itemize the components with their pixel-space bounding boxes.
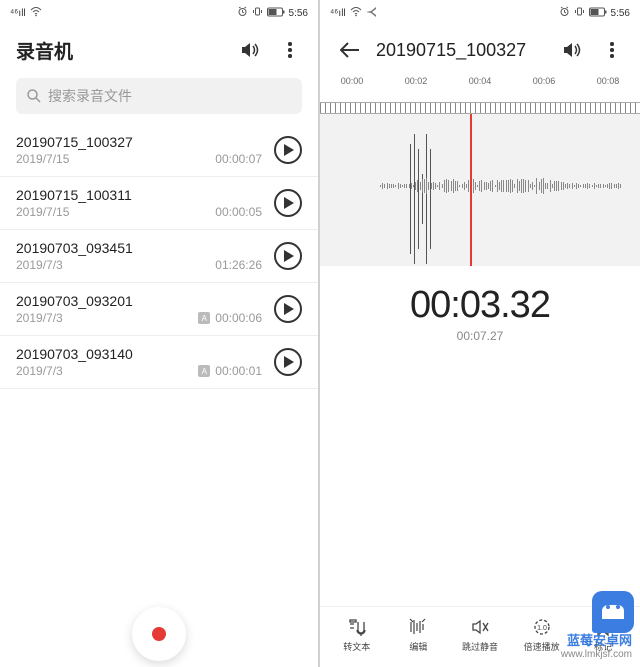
recording-date: 2019/7/3: [16, 364, 63, 378]
speed-icon: 1.0: [532, 617, 552, 637]
alarm-icon: [237, 6, 248, 20]
page-title: 录音机: [16, 37, 224, 64]
list-item[interactable]: 20190715_100327 2019/7/15 00:00:07: [0, 124, 318, 177]
recording-name: 20190715_100311: [16, 187, 262, 203]
skip-silence-icon: [470, 617, 490, 637]
play-button[interactable]: [274, 189, 302, 217]
recording-duration: 01:26:26: [215, 258, 262, 272]
recording-name: 20190715_100327: [16, 134, 262, 150]
search-icon: [26, 88, 42, 104]
search-input[interactable]: 搜索录音文件: [16, 78, 302, 114]
ruler: [320, 102, 640, 114]
text-badge: A: [198, 365, 210, 377]
recording-duration: 00:00:07: [215, 152, 262, 166]
battery-icon: [589, 7, 607, 20]
watermark-logo: [592, 591, 634, 633]
recording-duration: 00:00:01: [215, 364, 262, 378]
waveform[interactable]: [320, 114, 640, 266]
recording-name: 20190703_093451: [16, 240, 262, 256]
battery-icon: [267, 7, 285, 20]
edit-button[interactable]: 编辑: [388, 617, 450, 653]
app-bar: 20190715_100327: [320, 26, 640, 74]
skip-silence-button[interactable]: 跳过静音: [449, 617, 511, 653]
list-item[interactable]: 20190703_093140 2019/7/3 A 00:00:01: [0, 336, 318, 389]
play-button[interactable]: [274, 295, 302, 323]
recording-list: 20190715_100327 2019/7/15 00:00:07 201907…: [0, 124, 318, 667]
clock-time: 5:56: [289, 8, 308, 19]
recorder-list-screen: ⁴⁶ıll 5:56 录音机 搜索录音文件 20190715_100327 2: [0, 0, 320, 667]
recording-title: 20190715_100327: [376, 40, 546, 61]
list-item[interactable]: 20190715_100311 2019/7/15 00:00:05: [0, 177, 318, 230]
waveform-detail: [380, 177, 620, 195]
current-time: 00:03.32: [320, 284, 640, 327]
recording-detail-screen: ⁴⁶ıll 5:56 20190715_100327 00:00 00:02 0…: [320, 0, 640, 667]
recording-date: 2019/7/15: [16, 152, 69, 166]
recording-date: 2019/7/3: [16, 258, 63, 272]
timeline-ticks: 00:00 00:02 00:04 00:06 00:08: [320, 74, 640, 102]
recording-duration: 00:00:06: [215, 311, 262, 325]
record-button[interactable]: [132, 607, 186, 661]
recording-name: 20190703_093201: [16, 293, 262, 309]
status-bar: ⁴⁶ıll 5:56: [0, 0, 318, 26]
airplane-icon: [366, 7, 378, 20]
list-item[interactable]: 20190703_093201 2019/7/3 A 00:00:06: [0, 283, 318, 336]
svg-text:1.0: 1.0: [537, 625, 547, 632]
watermark-text: 蓝莓安卓网 www.lmkjsf.com: [561, 633, 632, 661]
edit-icon: [409, 617, 427, 637]
clock-time: 5:56: [611, 8, 630, 19]
text-badge: A: [198, 312, 210, 324]
more-icon[interactable]: [276, 36, 304, 64]
list-item[interactable]: 20190703_093451 2019/7/3 01:26:26: [0, 230, 318, 283]
recording-duration: 00:00:05: [215, 205, 262, 219]
playhead[interactable]: [470, 114, 472, 266]
vibrate-icon: [574, 6, 585, 20]
back-button[interactable]: [336, 36, 364, 64]
speaker-icon[interactable]: [236, 36, 264, 64]
network-icon: ⁴⁶ıll: [330, 8, 346, 19]
network-icon: ⁴⁶ıll: [10, 8, 26, 19]
transcribe-icon: [347, 617, 367, 637]
status-bar: ⁴⁶ıll 5:56: [320, 0, 640, 26]
play-button[interactable]: [274, 136, 302, 164]
total-time: 00:07.27: [320, 329, 640, 343]
alarm-icon: [559, 6, 570, 20]
time-display: 00:03.32 00:07.27: [320, 266, 640, 347]
vibrate-icon: [252, 6, 263, 20]
wifi-icon: [350, 7, 362, 20]
play-button[interactable]: [274, 348, 302, 376]
recording-date: 2019/7/15: [16, 205, 69, 219]
wifi-icon: [30, 7, 42, 20]
speaker-icon[interactable]: [558, 36, 586, 64]
recording-name: 20190703_093140: [16, 346, 262, 362]
recording-date: 2019/7/3: [16, 311, 63, 325]
search-placeholder: 搜索录音文件: [48, 86, 132, 106]
waveform-bars: [410, 134, 431, 264]
play-button[interactable]: [274, 242, 302, 270]
more-icon[interactable]: [598, 36, 626, 64]
transcribe-button[interactable]: 转文本: [326, 617, 388, 653]
app-bar: 录音机: [0, 26, 318, 74]
